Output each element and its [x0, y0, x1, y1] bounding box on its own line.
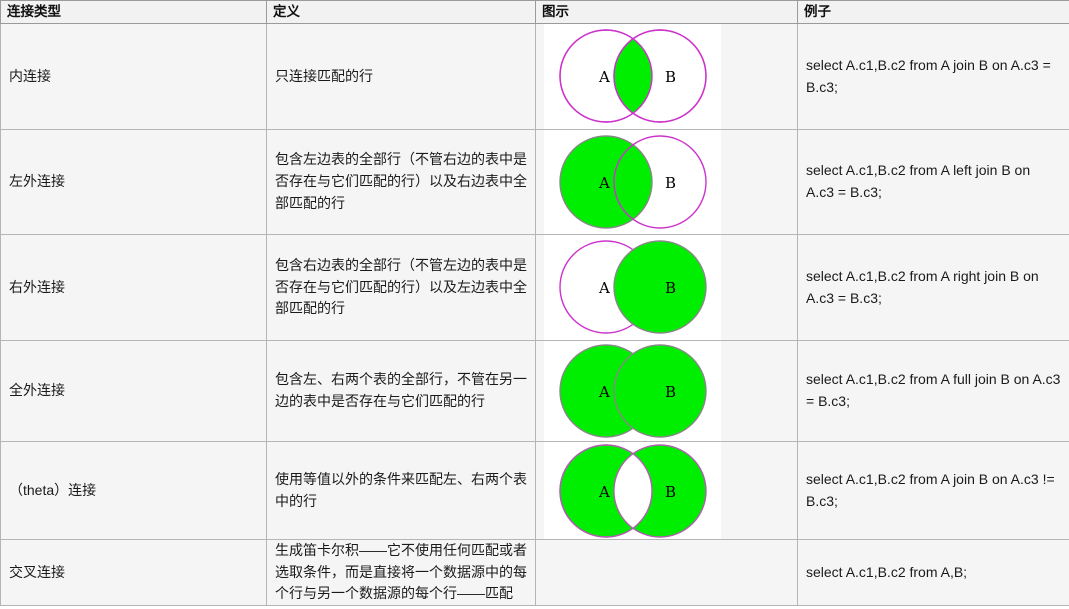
- header-example: 例子: [797, 0, 1069, 24]
- cell-diagram: A B: [535, 340, 798, 442]
- cell-connection-type: （theta）连接: [0, 441, 267, 540]
- venn-label-b: B: [665, 68, 676, 86]
- table-row: 左外连接 包含左边表的全部行（不管右边的表中是否存在与它们匹配的行）以及右边表中…: [0, 129, 1069, 235]
- venn-diagram-full-join: A B: [544, 341, 721, 441]
- venn-diagram-left-join: A B: [544, 130, 721, 234]
- venn-label-b: B: [665, 383, 676, 401]
- venn-label-a: A: [598, 383, 610, 401]
- cell-definition: 使用等值以外的条件来匹配左、右两个表中的行: [266, 441, 536, 540]
- venn-diagram-inner-join: A B: [544, 24, 721, 129]
- venn-label-a: A: [598, 279, 610, 297]
- cell-diagram: A B: [535, 234, 798, 341]
- header-diagram: 图示: [535, 0, 798, 24]
- cell-example: select A.c1,B.c2 from A join B on A.c3 =…: [797, 23, 1069, 130]
- venn-label-b: B: [665, 483, 676, 501]
- venn-diagram-right-join: A B: [544, 235, 721, 340]
- venn-diagram-theta-join: A B: [544, 442, 721, 539]
- cell-connection-type: 全外连接: [0, 340, 267, 442]
- table-row: （theta）连接 使用等值以外的条件来匹配左、右两个表中的行 A B sele…: [0, 441, 1069, 540]
- venn-label-a: A: [598, 483, 610, 501]
- cell-connection-type: 交叉连接: [0, 538, 267, 607]
- cell-diagram: [535, 538, 798, 607]
- cell-definition: 只连接匹配的行: [266, 23, 536, 130]
- cell-example: select A.c1,B.c2 from A right join B on …: [797, 234, 1069, 341]
- table-body: 内连接 只连接匹配的行 A B select A.c1,B.c2 from A …: [0, 23, 1069, 607]
- cell-example: select A.c1,B.c2 from A join B on A.c3 !…: [797, 441, 1069, 540]
- cell-diagram: A B: [535, 441, 798, 540]
- cell-connection-type: 右外连接: [0, 234, 267, 341]
- header-connection-type: 连接类型: [0, 0, 267, 24]
- cell-diagram: A B: [535, 129, 798, 235]
- cell-example: select A.c1,B.c2 from A,B;: [797, 538, 1069, 607]
- cell-definition: 包含右边表的全部行（不管左边的表中是否存在与它们匹配的行）以及左边表中全部匹配的…: [266, 234, 536, 341]
- join-types-table: 连接类型 定义 图示 例子 内连接 只连接匹配的行 A B select A.c…: [0, 0, 1069, 607]
- venn-label-b: B: [665, 174, 676, 192]
- cell-example: select A.c1,B.c2 from A full join B on A…: [797, 340, 1069, 442]
- venn-label-b: B: [665, 279, 676, 297]
- table-row: 全外连接 包含左、右两个表的全部行，不管在另一边的表中是否存在与它们匹配的行 A…: [0, 340, 1069, 442]
- venn-label-a: A: [598, 68, 610, 86]
- cell-definition: 生成笛卡尔积——它不使用任何匹配或者选取条件，而是直接将一个数据源中的每个行与另…: [266, 538, 536, 607]
- cell-connection-type: 左外连接: [0, 129, 267, 235]
- cell-connection-type: 内连接: [0, 23, 267, 130]
- venn-label-a: A: [598, 174, 610, 192]
- table-row: 交叉连接 生成笛卡尔积——它不使用任何匹配或者选取条件，而是直接将一个数据源中的…: [0, 538, 1069, 607]
- cell-definition: 包含左边表的全部行（不管右边的表中是否存在与它们匹配的行）以及右边表中全部匹配的…: [266, 129, 536, 235]
- header-definition: 定义: [266, 0, 536, 24]
- table-row: 右外连接 包含右边表的全部行（不管左边的表中是否存在与它们匹配的行）以及左边表中…: [0, 234, 1069, 341]
- cell-example: select A.c1,B.c2 from A left join B on A…: [797, 129, 1069, 235]
- cell-diagram: A B: [535, 23, 798, 130]
- cell-definition: 包含左、右两个表的全部行，不管在另一边的表中是否存在与它们匹配的行: [266, 340, 536, 442]
- table-header-row: 连接类型 定义 图示 例子: [0, 0, 1069, 24]
- table-row: 内连接 只连接匹配的行 A B select A.c1,B.c2 from A …: [0, 23, 1069, 130]
